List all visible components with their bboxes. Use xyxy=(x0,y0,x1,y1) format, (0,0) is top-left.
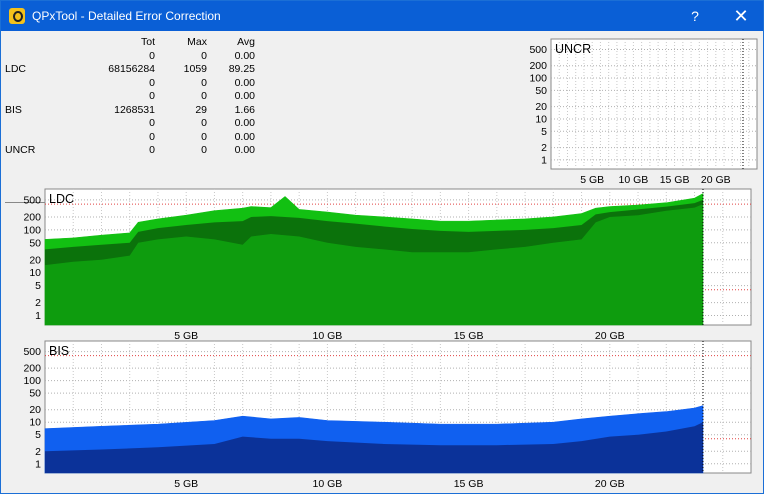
stats-header-row: Tot Max Avg xyxy=(5,36,259,50)
x-tick-label: 10 GB xyxy=(619,174,649,186)
stats-row: 0 0 0.00 xyxy=(5,77,259,91)
y-tick-label: 100 xyxy=(23,375,41,387)
y-tick-label: 5 xyxy=(35,280,41,292)
stats-row: 0 0 0.00 xyxy=(5,50,259,64)
y-tick-label: 500 xyxy=(23,346,41,358)
y-tick-label: 200 xyxy=(23,211,41,223)
stats-cell-avg: 1.66 xyxy=(234,103,255,116)
y-tick-label: 50 xyxy=(29,388,41,400)
y-tick-label: 50 xyxy=(535,85,547,97)
y-tick-label: 2 xyxy=(35,446,41,458)
stats-cell-tot: 0 xyxy=(149,117,155,129)
x-tick-label: 20 GB xyxy=(595,478,625,490)
chart-title: LDC xyxy=(49,192,74,206)
stats-cell-max: 0 xyxy=(201,130,207,143)
y-tick-label: 10 xyxy=(535,113,547,125)
stats-cell-tot: 68156284 xyxy=(108,63,155,75)
bis-chart: 12 51020 50100200 500 5 GB 10 GB 15 GB 20 GB BIS xyxy=(23,340,752,490)
x-tick-label: 15 GB xyxy=(454,478,484,490)
y-tick-label: 100 xyxy=(529,73,547,85)
header-avg: Avg xyxy=(237,36,255,48)
stats-cell-avg: 0.00 xyxy=(234,76,255,89)
stats-cell-max: 0 xyxy=(201,117,207,129)
x-tick-label: 10 GB xyxy=(313,478,343,490)
ldc-chart: 1251020501002005005 GB 10 GB 15 GB 20 GBLDC xyxy=(23,188,752,342)
y-tick-label: 2 xyxy=(35,297,41,309)
stats-cell-tot: 0 xyxy=(149,130,155,143)
y-tick-label: 1 xyxy=(35,458,41,470)
stats-cell-avg: 89.25 xyxy=(228,63,255,75)
stats-cell-max: 0 xyxy=(201,76,207,89)
stats-row: LDC 68156284 1059 89.25 xyxy=(5,63,259,77)
header-tot: Tot xyxy=(140,36,155,48)
stats-row: 0 0 0.00 xyxy=(5,131,259,145)
stats-row: 0 0 0.00 xyxy=(5,90,259,104)
stats-cell-tot: 0 xyxy=(149,76,155,89)
x-tick-label: 15 GB xyxy=(660,174,690,186)
stats-cell-avg: 0.00 xyxy=(234,49,255,62)
stats-cell-max: 1059 xyxy=(183,63,207,75)
stats-cell-tot: 0 xyxy=(149,90,155,102)
x-tick-label: 5 GB xyxy=(580,174,604,186)
y-tick-label: 2 xyxy=(541,142,547,154)
y-tick-label: 100 xyxy=(23,224,41,236)
y-tick-label: 1 xyxy=(35,310,41,322)
y-tick-label: 500 xyxy=(529,44,547,56)
qpxtool-window: QPxTool - Detailed Error Correction ? ✕ … xyxy=(0,0,764,494)
window-title: QPxTool - Detailed Error Correction xyxy=(32,9,221,23)
uncr-chart: 12 51020 50100200 500 5 GB 10 GB 15 GB 20 GB UNC… xyxy=(529,38,758,186)
y-tick-label: 20 xyxy=(29,404,41,416)
stats-cell-avg: 0.00 xyxy=(234,144,255,156)
y-tick-label: 5 xyxy=(541,126,547,138)
qpxtool-app-icon xyxy=(9,8,25,24)
y-tick-label: 500 xyxy=(23,194,41,206)
stats-cell-tot: 0 xyxy=(149,144,155,156)
y-tick-label: 20 xyxy=(29,254,41,266)
stats-row: 0 0 0.00 xyxy=(5,117,259,131)
stats-row: BIS 1268531 29 1.66 xyxy=(5,104,259,118)
y-tick-label: 50 xyxy=(29,237,41,249)
stats-cell-label: BIS xyxy=(5,103,22,116)
stats-table: Tot Max Avg 0 0 0.00 LDC 68156284 1059 89.25 0 0… xyxy=(5,36,259,203)
stats-cell-avg: 0.00 xyxy=(234,90,255,102)
stats-cell-avg: 0.00 xyxy=(234,117,255,129)
title-bar[interactable]: QPxTool - Detailed Error Correction ? ✕ xyxy=(1,1,763,31)
y-tick-label: 20 xyxy=(535,101,547,113)
stats-cell-max: 0 xyxy=(201,144,207,156)
y-tick-label: 200 xyxy=(23,363,41,375)
plot-area xyxy=(550,38,758,170)
stats-cell-max: 0 xyxy=(201,90,207,102)
stats-cell-max: 0 xyxy=(201,49,207,62)
y-tick-label: 10 xyxy=(29,417,41,429)
y-tick-label: 5 xyxy=(35,429,41,441)
chart-title: BIS xyxy=(49,344,69,358)
close-button[interactable]: ✕ xyxy=(719,1,763,31)
y-tick-label: 200 xyxy=(529,60,547,72)
stats-cell-tot: 1268531 xyxy=(114,103,155,116)
header-max: Max xyxy=(187,36,207,48)
y-tick-label: 10 xyxy=(29,267,41,279)
stats-cell-tot: 0 xyxy=(149,49,155,62)
x-tick-label: 20 GB xyxy=(701,174,731,186)
y-tick-label: 1 xyxy=(541,154,547,166)
stats-cell-avg: 0.00 xyxy=(234,130,255,143)
stats-cell-label: LDC xyxy=(5,63,27,75)
stats-cell-max: 29 xyxy=(195,103,207,116)
stats-cell-label: UNCR xyxy=(5,144,36,156)
stats-row: UNCR 0 0 0.00 xyxy=(5,144,259,158)
chart-title: UNCR xyxy=(555,42,591,56)
x-tick-label: 5 GB xyxy=(174,478,198,490)
help-button[interactable]: ? xyxy=(673,1,717,31)
